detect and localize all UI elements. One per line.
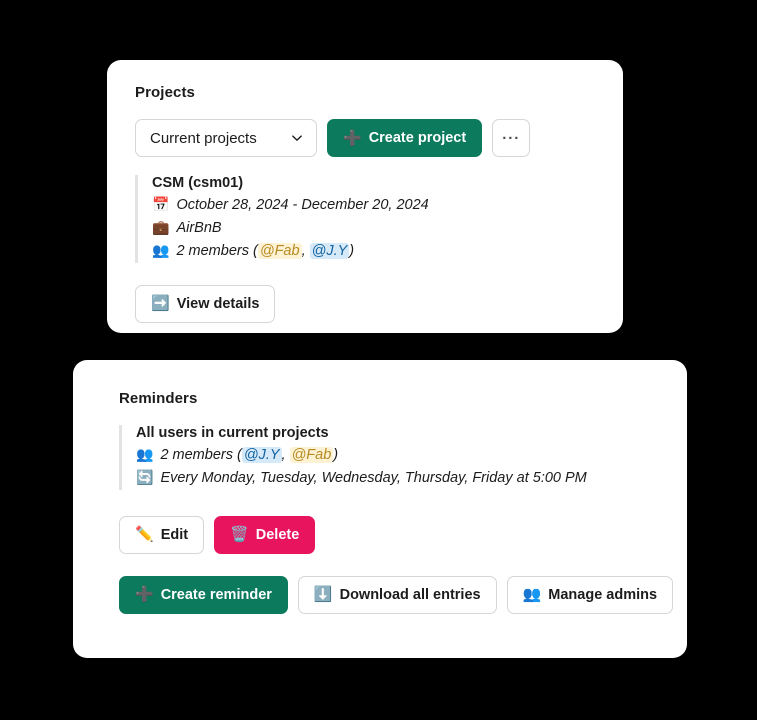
create-project-label: Create project: [368, 130, 467, 146]
download-all-entries-label: Download all entries: [339, 586, 481, 603]
download-all-entries-button[interactable]: ⬇️ Download all entries: [297, 575, 497, 614]
project-mention-jy[interactable]: @J.Y: [309, 242, 350, 259]
reminder-heading: All users in current projects: [136, 425, 329, 441]
project-client: AirBnB: [176, 219, 222, 236]
project-filter-value: Current projects: [150, 129, 257, 147]
repeat-icon: 🔄: [136, 468, 154, 485]
plus-icon: ➕: [343, 129, 362, 147]
project-members-separator: ,: [301, 242, 306, 259]
create-reminder-button[interactable]: ➕ Create reminder: [119, 575, 288, 614]
pencil-icon: ✏️: [135, 526, 154, 544]
view-details-label: View details: [176, 295, 260, 312]
delete-reminder-button[interactable]: 🗑️ Delete: [214, 515, 316, 554]
create-project-button[interactable]: ➕ Create project: [327, 119, 483, 157]
reminder-members-count: 2 members: [160, 447, 233, 463]
reminder-members-row: 👥 2 members (@J.Y, @Fab): [136, 444, 641, 467]
right-arrow-icon: ➡️: [151, 295, 170, 313]
projects-card-title: Projects: [135, 84, 195, 101]
reminder-members-separator: ,: [281, 447, 286, 463]
projects-actions: ➡️ View details: [135, 284, 595, 323]
project-client-row: 💼 AirBnB: [152, 217, 595, 240]
reminder-mention-fab[interactable]: @Fab: [289, 447, 334, 463]
paren-close: ): [333, 447, 339, 463]
briefcase-icon: 💼: [152, 218, 170, 235]
people-icon: 👥: [152, 241, 170, 258]
calendar-icon: 📅: [152, 196, 170, 212]
paren-close: ): [349, 242, 355, 259]
reminder-mention-jy[interactable]: @J.Y: [241, 447, 282, 463]
reminder-summary-block: All users in current projects 👥 2 member…: [119, 425, 641, 490]
project-dates: October 28, 2024 - December 20, 2024: [176, 197, 429, 213]
plus-icon: ➕: [135, 586, 154, 604]
reminder-item-actions: ✏️ Edit 🗑️ Delete: [119, 515, 641, 554]
view-details-button[interactable]: ➡️ View details: [135, 284, 276, 323]
project-filter-select[interactable]: Current projects: [135, 119, 317, 157]
edit-reminder-label: Edit: [160, 526, 189, 543]
projects-card: Projects Current projects ➕ Create proje…: [107, 60, 623, 333]
projects-toolbar: Current projects ➕ Create project ···: [135, 119, 595, 157]
create-reminder-label: Create reminder: [160, 586, 272, 603]
reminders-main-actions: ➕ Create reminder ⬇️ Download all entrie…: [119, 575, 674, 614]
people-icon: 👥: [136, 446, 154, 462]
edit-reminder-button[interactable]: ✏️ Edit: [119, 515, 205, 554]
reminders-card: Reminders All users in current projects …: [73, 360, 687, 658]
reminders-card-title: Reminders: [119, 390, 198, 407]
people-icon: 👥: [522, 586, 542, 604]
chevron-down-icon: [290, 131, 304, 145]
project-name: CSM (csm01): [152, 175, 244, 191]
trash-icon: 🗑️: [230, 526, 249, 544]
manage-admins-label: Manage admins: [548, 586, 658, 603]
project-members-row: 👥 2 members (@Fab, @J.Y): [152, 240, 595, 263]
manage-admins-button[interactable]: 👥 Manage admins: [506, 575, 674, 614]
projects-overflow-button[interactable]: ···: [492, 119, 531, 157]
reminder-schedule-row: 🔄 Every Monday, Tuesday, Wednesday, Thur…: [136, 467, 641, 490]
project-dates-row: 📅 October 28, 2024 - December 20, 2024: [152, 194, 595, 217]
download-arrow-icon: ⬇️: [313, 586, 333, 604]
project-members-count: 2 members: [176, 242, 249, 259]
project-members-text: 2 members (@Fab, @J.Y): [176, 240, 354, 263]
delete-reminder-label: Delete: [255, 526, 300, 543]
project-mention-fab[interactable]: @Fab: [257, 242, 302, 259]
reminder-members-text: 2 members (@J.Y, @Fab): [160, 444, 338, 467]
project-summary-block: CSM (csm01) 📅 October 28, 2024 - Decembe…: [135, 175, 595, 263]
reminder-schedule: Every Monday, Tuesday, Wednesday, Thursd…: [160, 469, 587, 486]
